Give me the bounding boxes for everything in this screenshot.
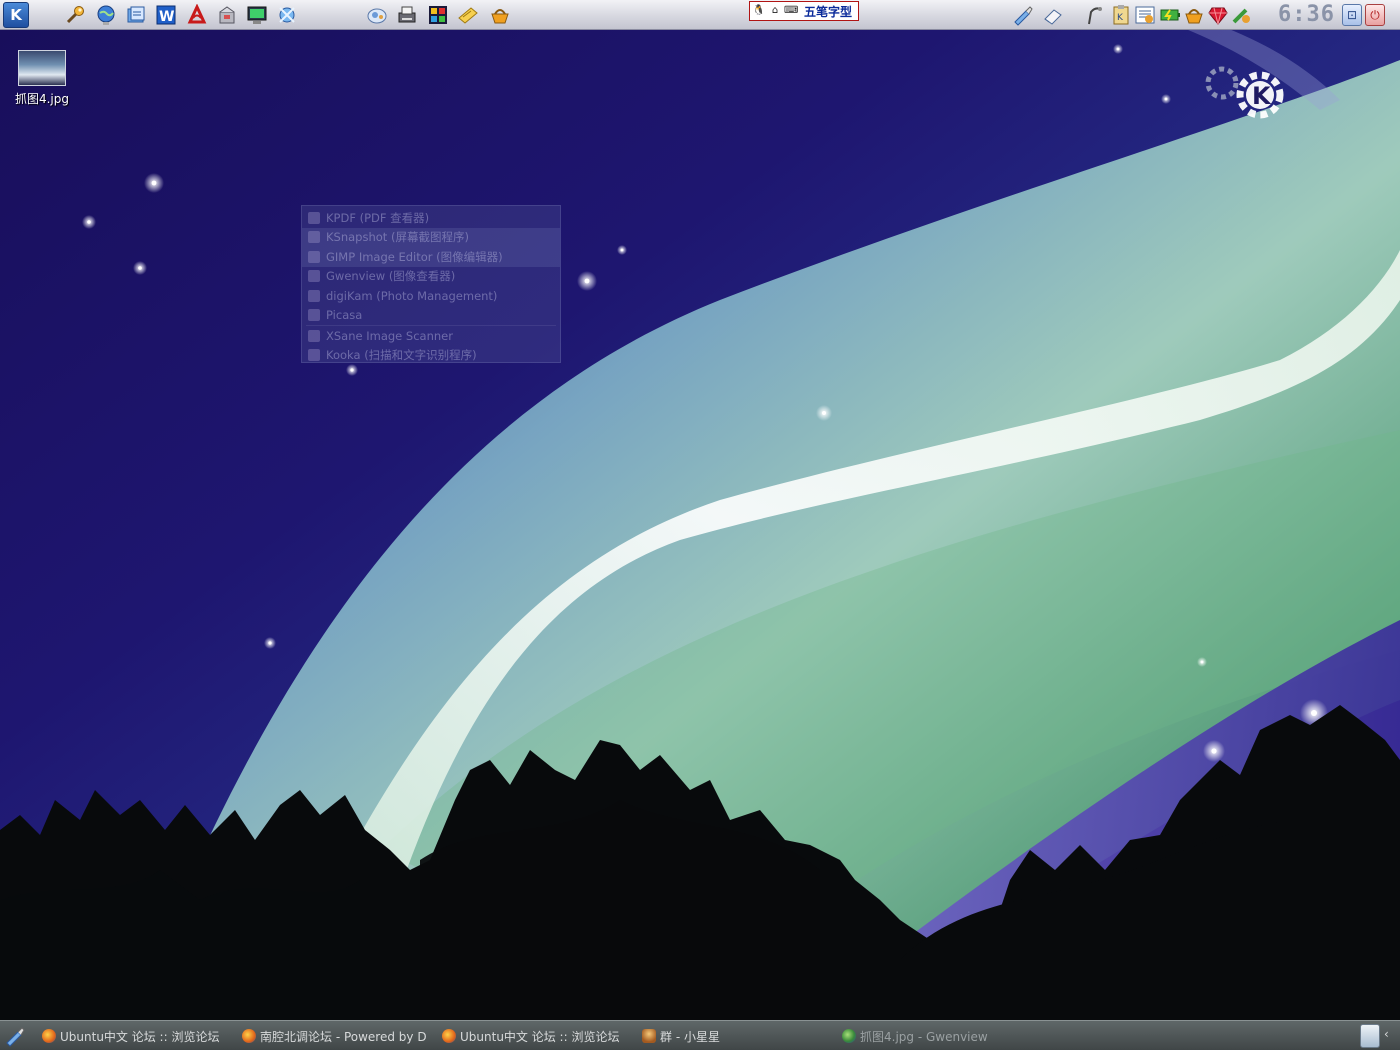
scanner-printer-icon[interactable] [395,3,419,27]
gwenview-icon [842,1029,856,1043]
gimp-icon [308,250,320,263]
terminal-monitor-icon[interactable] [245,3,269,27]
kooka-icon [308,349,320,362]
battery-icon[interactable] [1158,3,1182,27]
taskbar-task-nanqiang-forum[interactable]: 南腔北调论坛 - Powered by D [242,1025,434,1047]
menu-item-kpdf[interactable]: KPDF (PDF 查看器) [302,208,560,228]
lock-screen-button[interactable]: ⊡ [1342,4,1362,26]
firefox-icon [242,1029,256,1043]
menu-item-xsane[interactable]: XSane Image Scanner [302,326,560,346]
file-manager-icon[interactable] [124,3,148,27]
basket-icon[interactable] [488,3,512,27]
taskbar: Ubuntu中文 论坛 :: 浏览论坛 南腔北调论坛 - Powered by … [0,1020,1400,1050]
konqueror-globe-icon[interactable] [94,3,118,27]
menu-item-ksnapshot[interactable]: KSnapshot (屏幕截图程序) [302,227,560,247]
desktop-file-icon[interactable]: 抓图4.jpg [10,50,74,107]
menu-item-picasa[interactable]: Picasa [302,306,560,326]
digikam-icon [308,289,320,302]
klipper-brush-icon[interactable] [1011,3,1035,27]
picasa-icon [308,309,320,322]
system-tray-clipper-icon[interactable] [1360,1024,1380,1048]
pdf-reader-icon[interactable] [185,3,209,27]
note-icon[interactable] [456,3,480,27]
taskbar-task-ubuntu-forum-2[interactable]: Ubuntu中文 论坛 :: 浏览论坛 [442,1025,634,1047]
basket-tray-icon[interactable] [1182,3,1206,27]
firefox-icon [42,1029,56,1043]
antenna-icon[interactable] [1082,3,1106,27]
svg-text:K: K [1252,82,1272,110]
kde-k-menu-icon[interactable]: K [3,2,29,28]
menu-item-digikam[interactable]: digiKam (Photo Management) [302,286,560,306]
qq-icon [642,1029,656,1043]
notes-icon[interactable] [1133,3,1157,27]
image-viewer-icon[interactable] [365,3,389,27]
gwenview-icon [308,270,320,283]
menu-item-gwenview[interactable]: Gwenview (图像查看器) [302,267,560,287]
tray-expand-arrow[interactable]: ‹ [1384,1027,1389,1041]
ime-keyboard-icon[interactable]: ⌨ [784,3,798,19]
word-processor-icon[interactable]: W [154,3,178,27]
kpdf-icon [308,211,320,224]
paint-icon[interactable] [426,3,450,27]
klipboard-icon[interactable]: K [1109,3,1133,27]
input-method-status[interactable]: 🐧 ⌂ ⌨ 五笔字型 [749,1,859,21]
taskbar-task-gwenview[interactable]: 抓图4.jpg - Gwenview [842,1025,1042,1047]
logout-button[interactable]: ⏻ [1365,4,1385,26]
taskbar-task-ubuntu-forum-1[interactable]: Ubuntu中文 论坛 :: 浏览论坛 [42,1025,234,1047]
ksnapshot-icon [308,231,320,244]
kmix-icon[interactable] [1229,3,1253,27]
wrench-icon[interactable] [63,3,87,27]
taskbar-task-qq-group[interactable]: 群 - 小星星 [642,1025,834,1047]
ime-halfwidth-icon[interactable]: ⌂ [768,3,782,19]
desktop-file-label: 抓图4.jpg [14,92,70,106]
desktop-wallpaper: K [0,0,1400,1050]
panel-clock[interactable]: 6:36 [1278,3,1336,27]
svg-text:W: W [159,9,174,25]
firefox-icon [442,1029,456,1043]
fading-application-menu: KPDF (PDF 查看器) KSnapshot (屏幕截图程序) GIMP I… [301,205,561,363]
menu-item-kooka[interactable]: Kooka (扫描和文字识别程序) [302,346,560,366]
network-tool-icon[interactable] [275,3,299,27]
top-panel: K W 🐧 ⌂ ⌨ 五笔字型 K 6:36 ⊡ ⏻ [0,0,1400,30]
xsane-icon [308,329,320,342]
menu-item-gimp[interactable]: GIMP Image Editor (图像编辑器) [302,247,560,267]
show-desktop-icon[interactable] [2,1024,28,1048]
ruby-icon[interactable] [1206,3,1230,27]
image-thumbnail [18,50,66,86]
eraser-icon[interactable] [1041,3,1065,27]
package-installer-icon[interactable] [215,3,239,27]
ime-qq-penguin-icon[interactable]: 🐧 [752,3,766,19]
ime-name-label[interactable]: 五笔字型 [804,3,852,20]
